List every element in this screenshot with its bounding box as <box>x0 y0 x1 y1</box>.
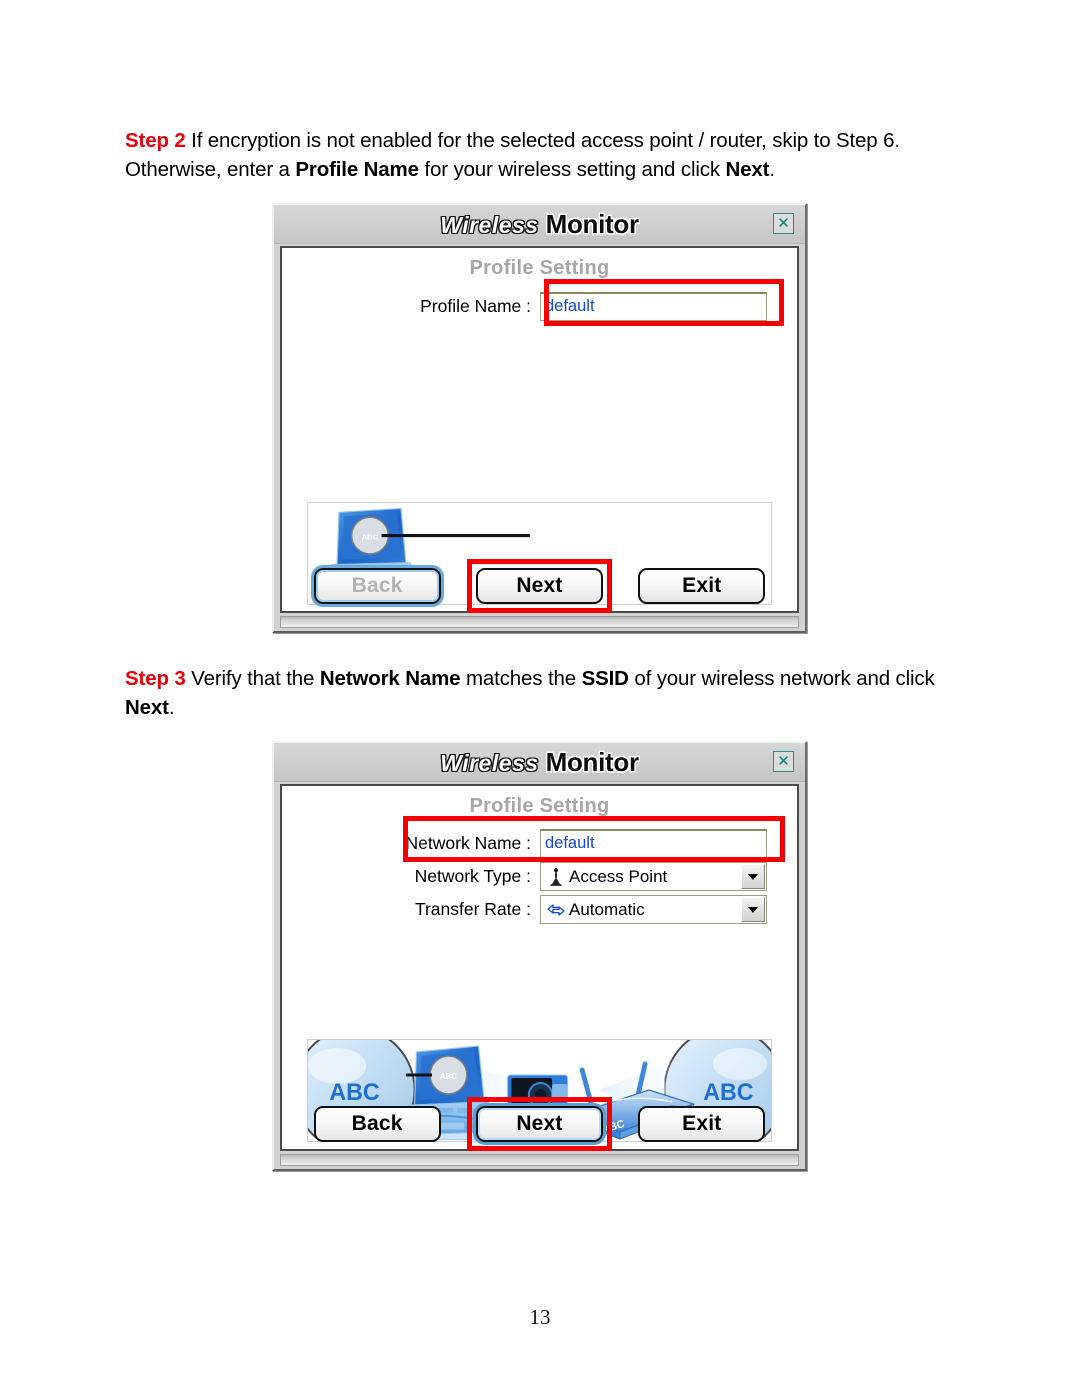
step-3-paragraph: Step 3 Verify that the Network Name matc… <box>125 664 955 722</box>
svg-text:ABC: ABC <box>362 532 379 541</box>
dialog1-title-logo: Wireless Monitor <box>274 210 805 239</box>
dialog2-client-area: Profile Setting Network Name : default N… <box>280 784 799 1151</box>
step-3-text-2: matches the <box>460 667 582 690</box>
dialog1-title-monitor: Monitor <box>545 209 640 239</box>
dialog2-form-area: Network Name : default Network Type : Ac… <box>282 827 797 926</box>
dialog2-title-logo: Wireless Monitor <box>274 748 805 777</box>
network-name-row: Network Name : default <box>282 827 797 860</box>
transfer-rate-icon <box>545 900 567 920</box>
dialog1-title-wireless: Wireless <box>440 212 539 238</box>
step-2-text-1: Profile Name <box>295 158 419 181</box>
next-button[interactable]: Next <box>475 568 603 604</box>
step-3-label: Step 3 <box>125 667 186 690</box>
dialog2-panel-heading: Profile Setting <box>469 795 610 817</box>
step-2-paragraph: Step 2 If encryption is not enabled for … <box>125 126 955 184</box>
network-name-label: Network Name : <box>405 833 531 853</box>
transfer-rate-select[interactable]: Automatic <box>540 895 767 924</box>
step-2-text-4: . <box>769 158 775 181</box>
wireless-monitor-dialog-network-name[interactable]: Wireless Monitor ✕ Profile Setting Networ… <box>272 741 807 1171</box>
dialog1-client-area: Profile Setting Profile Name : default A… <box>280 246 799 613</box>
dialog2-titlebar[interactable]: Wireless Monitor ✕ <box>274 743 805 782</box>
back-button-wrap: Back <box>313 1106 441 1142</box>
step-2-label: Step 2 <box>125 129 186 152</box>
chevron-down-icon[interactable] <box>741 864 765 889</box>
step-3-text-6: . <box>168 696 175 719</box>
dialog2-title-wireless: Wireless <box>440 750 539 776</box>
exit-button-wrap: Exit <box>638 568 766 604</box>
step-3-text-1: Network Name <box>319 667 461 690</box>
step-3-text-5: Next <box>125 696 169 719</box>
svg-text:ABC: ABC <box>703 1080 753 1106</box>
next-button-wrap: Next <box>466 1097 612 1151</box>
profile-name-row: Profile Name : default <box>282 290 797 323</box>
network-type-row: Network Type : Access Point <box>282 860 797 893</box>
back-button[interactable]: Back <box>313 1106 441 1142</box>
step-2-text-3: Next <box>725 158 770 181</box>
exit-button[interactable]: Exit <box>638 568 766 604</box>
transfer-rate-row: Transfer Rate : Automatic <box>282 893 797 926</box>
back-button[interactable]: Back <box>313 568 441 604</box>
next-button-wrap: Next <box>466 559 612 613</box>
dialog2-statusbar <box>280 1154 799 1166</box>
close-icon[interactable]: ✕ <box>773 751 794 772</box>
step-2-text-2: for your wireless setting and click <box>418 158 726 181</box>
wireless-monitor-dialog-profile-name[interactable]: Wireless Monitor ✕ Profile Setting Profil… <box>272 203 807 633</box>
access-point-icon <box>545 867 567 887</box>
transfer-rate-label: Transfer Rate : <box>414 899 531 919</box>
network-type-value: Access Point <box>569 866 668 886</box>
transfer-rate-value: Automatic <box>569 899 645 919</box>
step-3-text-3: SSID <box>581 667 629 690</box>
svg-text:ABC: ABC <box>440 1072 457 1081</box>
step-3-text-0: Verify that the <box>185 667 320 690</box>
step-3-text-4: of your wireless network and click <box>628 667 935 690</box>
dialog2-button-row: Back Next Exit <box>282 1097 797 1151</box>
dialog1-titlebar[interactable]: Wireless Monitor ✕ <box>274 205 805 244</box>
dialog1-panel-heading: Profile Setting <box>469 257 610 279</box>
network-name-input[interactable]: default <box>540 829 767 858</box>
profile-name-input[interactable]: default <box>540 292 767 321</box>
exit-button[interactable]: Exit <box>638 1106 766 1142</box>
back-button-wrap: Back <box>313 568 441 604</box>
page-number: 13 <box>529 1305 551 1329</box>
dialog2-title-monitor: Monitor <box>545 747 640 777</box>
network-type-select[interactable]: Access Point <box>540 862 767 891</box>
exit-button-wrap: Exit <box>638 1106 766 1142</box>
dialog1-statusbar <box>280 616 799 628</box>
close-icon[interactable]: ✕ <box>773 213 794 234</box>
network-type-label: Network Type : <box>414 866 531 886</box>
next-button[interactable]: Next <box>475 1106 603 1142</box>
profile-name-label: Profile Name : <box>420 296 531 316</box>
chevron-down-icon[interactable] <box>741 897 765 922</box>
svg-text:ABC: ABC <box>329 1080 379 1106</box>
dialog1-form-area: Profile Name : default <box>282 290 797 323</box>
dialog1-button-row: Back Next Exit <box>282 559 797 613</box>
